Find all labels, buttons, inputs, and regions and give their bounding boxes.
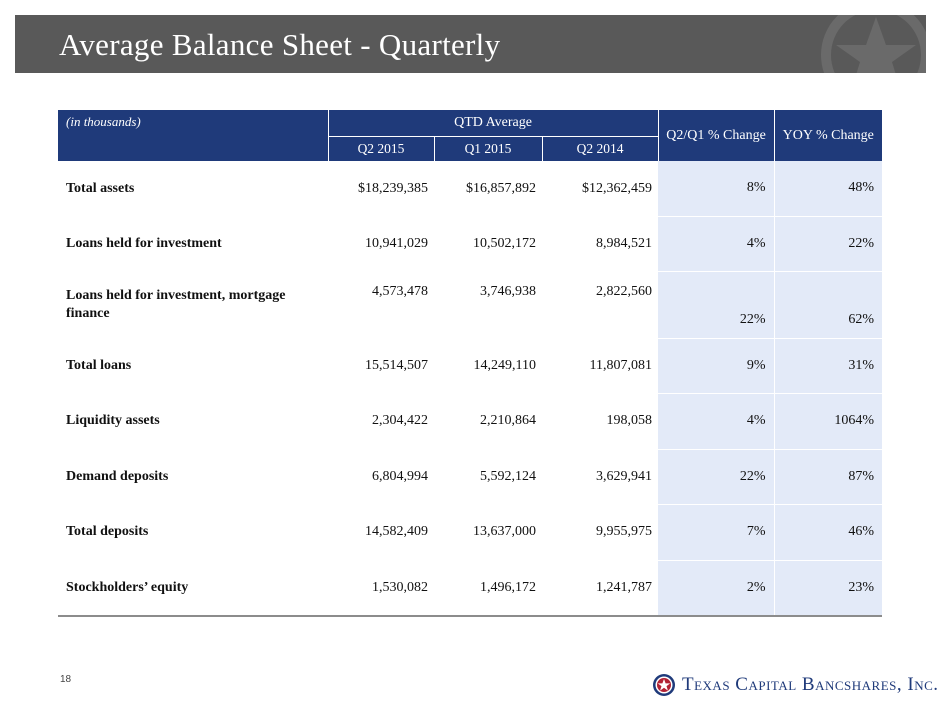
yoy-change: 22% [773, 216, 883, 272]
yoy-change: 62% [773, 271, 883, 339]
row-label: Total loans [66, 357, 132, 373]
star-seal-icon [653, 674, 675, 696]
value-q1-2015: 13,637,000 [473, 524, 536, 540]
table-row: Total loans 15,514,507 14,249,110 11,807… [58, 338, 883, 394]
table-row: Loans held for investment, mortgage fina… [58, 271, 883, 339]
column-header-q2-2014: Q2 2014 [541, 136, 659, 161]
q2-q1-change: 4% [658, 216, 775, 272]
company-logo: Texas Capital Bancshares, Inc. [652, 672, 939, 698]
title-banner: Average Balance Sheet - Quarterly [15, 15, 926, 73]
yoy-change: 31% [773, 338, 883, 394]
yoy-change: 87% [773, 449, 883, 505]
value-q1-2015: 14,249,110 [473, 357, 536, 373]
q2-q1-change: 22% [658, 271, 775, 339]
table-row: Demand deposits 6,804,994 5,592,124 3,62… [58, 449, 883, 505]
value-q2-2014: 3,629,941 [596, 468, 653, 484]
q2-q1-change: 4% [658, 393, 775, 450]
table-row: Total assets $18,239,385 $16,857,892 $12… [58, 161, 883, 217]
value-q1-2015: 10,502,172 [473, 235, 536, 251]
row-label: Loans held for investment, mortgage fina… [66, 287, 286, 321]
yoy-change: 1064% [773, 393, 883, 450]
q2-q1-change: 2% [658, 560, 775, 617]
value-q2-2015: 1,530,082 [328, 560, 434, 617]
table-row: Total deposits 14,582,409 13,637,000 9,9… [58, 504, 883, 561]
qtd-average-header: QTD Average [327, 110, 659, 137]
value-q2-2015: 15,514,507 [365, 357, 428, 373]
page-number: 18 [60, 674, 72, 685]
row-label: Stockholders’ equity [58, 560, 328, 617]
value-q2-2015: $18,239,385 [358, 180, 428, 196]
value-q2-2014: $12,362,459 [582, 180, 653, 196]
company-name: Texas Capital Bancshares, Inc. [682, 674, 939, 695]
q2-q1-change: 9% [658, 338, 775, 394]
value-q2-2014: 2,822,560 [596, 283, 653, 299]
value-q1-2015: 1,496,172 [434, 560, 542, 617]
row-label: Demand deposits [66, 468, 169, 484]
value-q2-2015: 14,582,409 [365, 524, 428, 540]
table-row: Loans held for investment 10,941,029 10,… [58, 216, 883, 272]
value-q2-2014: 1,241,787 [542, 560, 659, 617]
row-label: Liquidity assets [66, 413, 160, 429]
row-label: Total assets [66, 180, 135, 196]
column-header-q2-2015: Q2 2015 [327, 136, 434, 161]
q2-q1-change: 22% [658, 449, 775, 505]
q2-q1-change: 7% [658, 504, 775, 561]
balance-sheet-table: (in thousands) QTD Average Q2/Q1 % Chang… [58, 110, 883, 617]
q2-q1-change: 8% [658, 161, 775, 217]
value-q2-2014: 11,807,081 [589, 357, 653, 373]
column-header-q1-2015: Q1 2015 [433, 136, 542, 161]
value-q2-2015: 10,941,029 [365, 235, 428, 251]
value-q1-2015: 5,592,124 [480, 468, 536, 484]
table-row: Stockholders’ equity 1,530,082 1,496,172… [58, 560, 883, 617]
value-q2-2014: 198,058 [606, 413, 653, 429]
yoy-change: 23% [773, 560, 883, 617]
value-q2-2015: 6,804,994 [372, 468, 428, 484]
row-label: Total deposits [66, 524, 149, 540]
value-q2-2014: 8,984,521 [596, 235, 653, 251]
page-title: Average Balance Sheet - Quarterly [59, 27, 501, 62]
watermark-star-icon [821, 15, 926, 73]
units-label: (in thousands) [58, 110, 328, 161]
yoy-change: 48% [773, 161, 883, 217]
value-q2-2015: 4,573,478 [372, 283, 428, 299]
q2-q1-change-header: Q2/Q1 % Change [657, 110, 775, 161]
table-row: Liquidity assets 2,304,422 2,210,864 198… [58, 393, 883, 450]
row-label: Loans held for investment [66, 235, 222, 251]
value-q2-2015: 2,304,422 [372, 413, 428, 429]
value-q1-2015: 2,210,864 [480, 413, 536, 429]
yoy-change: 46% [773, 504, 883, 561]
yoy-change-header: YOY % Change [773, 110, 883, 161]
value-q1-2015: 3,746,938 [480, 283, 536, 299]
value-q2-2014: 9,955,975 [596, 524, 653, 540]
value-q1-2015: $16,857,892 [466, 180, 536, 196]
